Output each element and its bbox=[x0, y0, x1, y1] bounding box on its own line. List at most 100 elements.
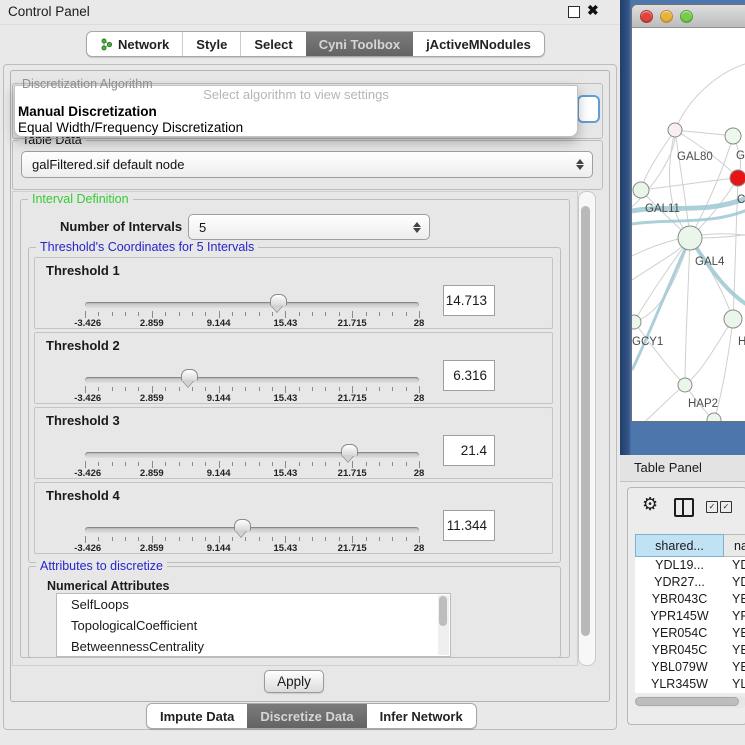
network-node-gal80[interactable] bbox=[668, 123, 682, 137]
column-header-name[interactable]: na bbox=[724, 534, 745, 557]
table-panel-titlebar: Table Panel bbox=[620, 455, 745, 482]
network-node[interactable] bbox=[707, 413, 721, 421]
threshold-panel: Threshold 1 -3.4262.8599.14415.4321.7152… bbox=[34, 257, 553, 329]
node-label: GCY1 bbox=[632, 336, 663, 348]
network-edge bbox=[632, 238, 690, 370]
attribute-item[interactable]: BetweennessCentrality bbox=[57, 636, 450, 657]
tab-label: Cyni Toolbox bbox=[319, 37, 400, 52]
tab-infer-network[interactable]: Infer Network bbox=[367, 704, 476, 728]
tab-label: Network bbox=[118, 37, 169, 52]
apply-button[interactable]: Apply bbox=[264, 670, 324, 693]
tab-jactivemnodules[interactable]: jActiveMNodules bbox=[413, 32, 544, 56]
slider-handle[interactable] bbox=[234, 519, 251, 531]
attribute-item[interactable]: TopologicalCoefficient bbox=[57, 615, 450, 636]
threshold-value-field[interactable]: 6.316 bbox=[443, 360, 495, 391]
network-edge bbox=[685, 238, 690, 385]
tab-network[interactable]: Network bbox=[87, 32, 182, 56]
control-panel-titlebar: Control Panel ✖ bbox=[0, 0, 620, 25]
table-row[interactable]: YBR043CYBR0 bbox=[635, 591, 745, 608]
node-label: GAL4 bbox=[695, 256, 725, 268]
list-scrollbar[interactable] bbox=[438, 595, 449, 655]
table-data-selected-value: galFiltered.sif default node bbox=[22, 157, 575, 172]
zoom-button[interactable] bbox=[680, 10, 693, 23]
table-row[interactable]: YBR045CYBR0 bbox=[635, 642, 745, 659]
cell-name: YBR0 bbox=[724, 642, 745, 659]
scrollbar-thumb[interactable] bbox=[581, 206, 590, 636]
table-row[interactable]: YBL079WYBL0 bbox=[635, 659, 745, 676]
cell-name: YBL0 bbox=[724, 659, 745, 676]
slider-tick-labels: -3.4262.8599.14415.4321.71528 bbox=[85, 318, 419, 329]
node-label: GAL80 bbox=[677, 151, 713, 163]
slider-handle[interactable] bbox=[181, 369, 198, 381]
tab-select[interactable]: Select bbox=[240, 32, 305, 56]
table-row[interactable]: YPR145WYPR1 bbox=[635, 608, 745, 625]
threshold-slider[interactable] bbox=[85, 527, 419, 533]
threshold-slider[interactable] bbox=[85, 302, 419, 308]
network-node[interactable] bbox=[725, 128, 741, 144]
checkbox-icon[interactable]: ✓ bbox=[720, 501, 732, 513]
table-data-combobox[interactable]: galFiltered.sif default node bbox=[21, 151, 593, 178]
window-float-icon[interactable] bbox=[568, 6, 580, 18]
network-node-hap2[interactable] bbox=[678, 378, 692, 392]
interval-definition-label: Interval Definition bbox=[28, 192, 133, 206]
table-row[interactable]: YDL19...YDL1 bbox=[635, 557, 745, 574]
tab-discretize-data[interactable]: Discretize Data bbox=[247, 704, 366, 728]
slider-handle[interactable] bbox=[270, 294, 287, 306]
network-graph[interactable]: GAL80GACGAL11GAL4GCY1HAHAP2 bbox=[632, 28, 745, 421]
cell-shared-name: YDL19... bbox=[635, 557, 724, 574]
minimize-button[interactable] bbox=[660, 10, 673, 23]
column-header-shared-name[interactable]: shared... bbox=[635, 534, 724, 557]
slider-handle[interactable] bbox=[341, 444, 358, 456]
network-node-gal4[interactable] bbox=[678, 226, 702, 250]
number-of-intervals-combobox[interactable]: 5 bbox=[188, 214, 430, 240]
cyni-bottom-tabs: Impute Data Discretize Data Infer Network bbox=[146, 703, 477, 729]
close-icon[interactable]: ✖ bbox=[587, 2, 599, 19]
threshold-label: Threshold 1 bbox=[46, 263, 120, 278]
gear-icon[interactable]: ⚙ bbox=[642, 494, 658, 515]
table-row[interactable]: YDR27...YDR2 bbox=[635, 574, 745, 591]
dropdown-option-equal-width[interactable]: Equal Width/Frequency Discretization bbox=[18, 120, 243, 135]
close-button[interactable] bbox=[640, 10, 653, 23]
algorithm-combobox[interactable] bbox=[577, 95, 600, 123]
network-node[interactable] bbox=[730, 170, 745, 186]
vertical-scrollbar[interactable] bbox=[578, 191, 596, 666]
table-panel-card: ⚙ ✓ ✓ shared... na YDL19...YDL1YDR27...Y… bbox=[627, 487, 745, 725]
threshold-value-field[interactable]: 14.713 bbox=[443, 285, 495, 316]
scrollbar-thumb[interactable] bbox=[635, 697, 739, 706]
horizontal-scrollbar[interactable] bbox=[635, 696, 745, 708]
tab-style[interactable]: Style bbox=[182, 32, 240, 56]
slider-tick-labels: -3.4262.8599.14415.4321.71528 bbox=[85, 393, 419, 404]
tab-cyni-toolbox[interactable]: Cyni Toolbox bbox=[306, 32, 413, 56]
threshold-value-field[interactable]: 11.344 bbox=[443, 510, 495, 541]
threshold-list: Threshold 1 -3.4262.8599.14415.4321.7152… bbox=[34, 257, 553, 557]
network-node-gal11[interactable] bbox=[633, 182, 649, 198]
attribute-item[interactable]: SelfLoops bbox=[57, 594, 450, 615]
combo-spinner-icon bbox=[412, 222, 421, 233]
dropdown-option-manual[interactable]: Manual Discretization bbox=[18, 104, 157, 119]
tab-label: Style bbox=[196, 37, 227, 52]
threshold-label: Threshold 4 bbox=[46, 488, 120, 503]
network-node-gcy1[interactable] bbox=[632, 315, 641, 329]
threshold-slider[interactable] bbox=[85, 452, 419, 458]
checkbox-icon[interactable]: ✓ bbox=[706, 501, 718, 513]
cell-shared-name: YPR145W bbox=[635, 608, 724, 625]
threshold-value-field[interactable]: 21.4 bbox=[443, 435, 495, 466]
node-label: HAP2 bbox=[688, 398, 718, 410]
slider-tick-labels: -3.4262.8599.14415.4321.71528 bbox=[85, 543, 419, 554]
node-label: GA bbox=[736, 150, 745, 162]
threshold-slider[interactable] bbox=[85, 377, 419, 383]
network-edge bbox=[634, 322, 685, 385]
network-edge bbox=[690, 238, 745, 308]
split-pane-icon[interactable] bbox=[674, 498, 694, 517]
table-row[interactable]: YER054CYER0 bbox=[635, 625, 745, 642]
tab-label: Discretize Data bbox=[260, 709, 353, 724]
tab-impute-data[interactable]: Impute Data bbox=[147, 704, 247, 728]
table-row[interactable]: YLR345WYLR3 bbox=[635, 676, 745, 693]
scrollbar-thumb[interactable] bbox=[439, 596, 447, 626]
network-node-h[interactable] bbox=[724, 310, 742, 328]
table-panel-title: Table Panel bbox=[634, 460, 702, 475]
numerical-attributes-list: SelfLoopsTopologicalCoefficientBetweenne… bbox=[56, 593, 451, 657]
node-label: C bbox=[737, 194, 745, 206]
network-window: GAL80GACGAL11GAL4GCY1HAHAP2 bbox=[631, 4, 745, 422]
thresholds-group-label: Threshold's Coordinates for 5 Intervals bbox=[36, 240, 258, 254]
